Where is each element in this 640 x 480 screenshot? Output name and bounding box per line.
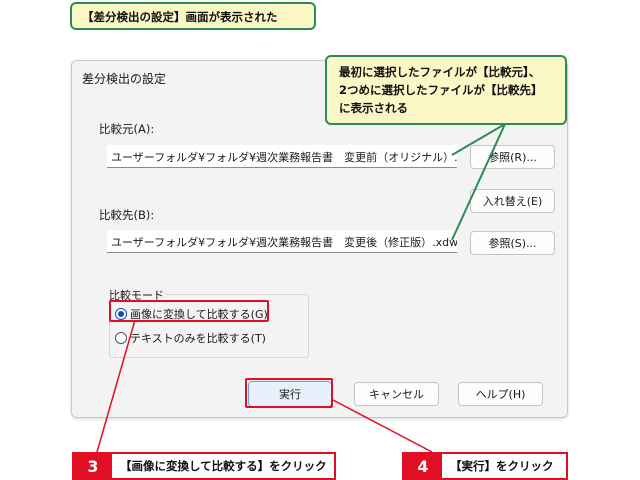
help-button[interactable]: ヘルプ(H) [458, 382, 543, 406]
cancel-button[interactable]: キャンセル [354, 382, 439, 406]
step4-text: 【実行】をクリック [450, 459, 554, 473]
source-label: 比較元(A): [99, 122, 155, 136]
mode-text-option[interactable]: テキストのみを比較する(T) [115, 330, 266, 346]
radio-unselected-icon[interactable] [115, 332, 127, 344]
step4-banner: 4 【実行】をクリック [402, 452, 568, 480]
step3-text: 【画像に変換して比較する】をクリック [120, 459, 327, 473]
execute-highlight [245, 378, 333, 408]
right-callout-line3: に表示される [339, 100, 408, 115]
target-path-field[interactable]: ユーザーフォルダ¥フォルダ¥週次業務報告書 変更後（修正版）.xdw [107, 230, 457, 253]
source-path-field[interactable]: ユーザーフォルダ¥フォルダ¥週次業務報告書 変更前（オリジナル）.xdw [107, 145, 457, 168]
mode-image-highlight [109, 300, 269, 322]
mode-text-label: テキストのみを比較する(T) [130, 332, 266, 345]
target-label: 比較先(B): [99, 208, 155, 222]
target-browse-button[interactable]: 参照(S)... [470, 231, 555, 255]
right-callout-line1: 最初に選択したファイルが【比較元】、 [339, 65, 541, 79]
top-callout-text: 【差分検出の設定】画面が表示された [82, 10, 278, 24]
step3-number: 3 [74, 454, 112, 478]
right-callout: 最初に選択したファイルが【比較元】、 2つめに選択したファイルが【比較先】 に表… [325, 55, 567, 125]
right-callout-line2: 2つめに選択したファイルが【比較先】 [339, 82, 543, 97]
step4-number: 4 [404, 454, 442, 478]
step3-banner: 3 【画像に変換して比較する】をクリック [72, 452, 336, 480]
swap-button[interactable]: 入れ替え(E) [470, 189, 555, 213]
top-callout: 【差分検出の設定】画面が表示された [70, 2, 316, 30]
source-browse-button[interactable]: 参照(R)... [470, 145, 555, 169]
dialog-title: 差分検出の設定 [82, 72, 167, 86]
